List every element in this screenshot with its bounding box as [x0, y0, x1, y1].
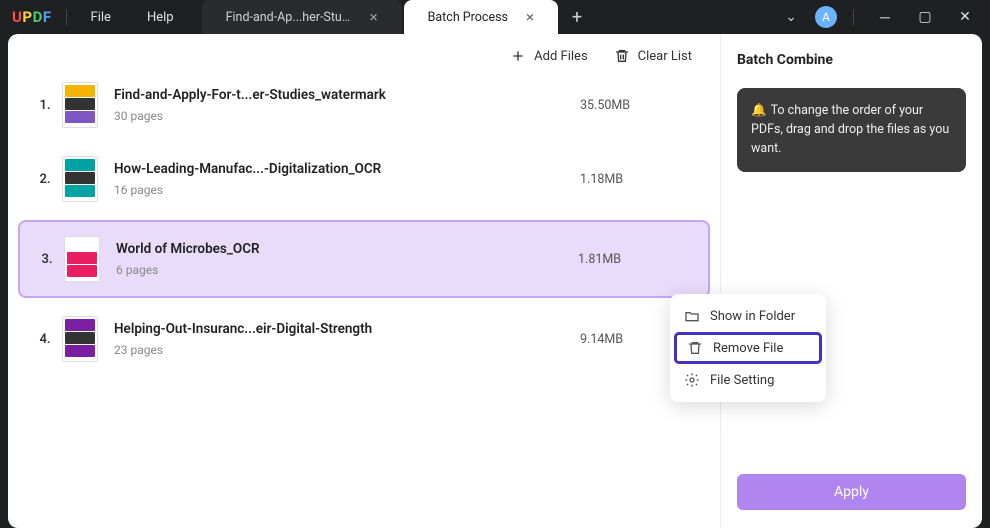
ctx-file-setting[interactable]: File Setting [670, 364, 826, 396]
file-name: Find-and-Apply-For-t...er-Studies_waterm… [114, 87, 580, 103]
file-thumbnail [62, 316, 98, 362]
file-pages: 23 pages [114, 343, 580, 357]
row-number: 4. [28, 332, 62, 347]
divider [853, 9, 854, 25]
notice-text: To change the order of your PDFs, drag a… [751, 103, 949, 156]
ctx-label: Show in Folder [710, 309, 795, 324]
file-pages: 6 pages [116, 263, 578, 277]
apply-button[interactable]: Apply [737, 474, 966, 510]
file-pages: 16 pages [114, 183, 580, 197]
file-thumbnail [64, 236, 100, 282]
actions-bar: Add Files Clear List [8, 34, 720, 68]
file-size: 1.81MB [578, 252, 698, 267]
menu-file[interactable]: File [73, 10, 129, 25]
bell-icon: 🔔 [751, 103, 767, 118]
menu-help[interactable]: Help [129, 10, 192, 25]
file-row[interactable]: 1. Find-and-Apply-For-t...er-Studies_wate… [18, 68, 710, 142]
file-name: How-Leading-Manufac...-Digitalization_OC… [114, 161, 580, 177]
file-list: 1. Find-and-Apply-For-t...er-Studies_wate… [8, 68, 720, 376]
tab-strip: Find-and-Ap...her-Studies × Batch Proces… [202, 0, 778, 34]
close-icon[interactable]: × [370, 8, 378, 26]
add-files-button[interactable]: Add Files [510, 48, 587, 64]
file-name: World of Microbes_OCR [116, 241, 578, 257]
file-row[interactable]: 4. Helping-Out-Insuranc...eir-Digital-Str… [18, 302, 710, 376]
panel-title: Batch Combine [737, 52, 966, 68]
panel-notice: 🔔To change the order of your PDFs, drag … [737, 88, 966, 172]
maximize-button[interactable]: ▢ [910, 2, 940, 32]
file-row[interactable]: 3. World of Microbes_OCR 6 pages1.81MB [18, 220, 710, 298]
row-number: 3. [30, 252, 64, 267]
right-panel: Batch Combine 🔔To change the order of yo… [720, 34, 982, 528]
file-info: Find-and-Apply-For-t...er-Studies_waterm… [114, 87, 580, 123]
file-thumbnail [62, 156, 98, 202]
ctx-label: File Setting [710, 373, 774, 388]
file-size: 35.50MB [580, 98, 700, 113]
context-menu: Show in Folder Remove File File Setting [670, 294, 826, 402]
title-right: ⌄ A ─ ▢ ✕ [777, 2, 990, 32]
file-thumbnail [62, 82, 98, 128]
ctx-show-in-folder[interactable]: Show in Folder [670, 300, 826, 332]
tab-label: Find-and-Ap...her-Studies [226, 10, 352, 25]
file-info: Helping-Out-Insuranc...eir-Digital-Stren… [114, 321, 580, 357]
folder-icon [684, 308, 700, 324]
row-number: 1. [28, 98, 62, 113]
trash-icon [687, 340, 703, 356]
file-row[interactable]: 2. How-Leading-Manufac...-Digitalization_… [18, 142, 710, 216]
avatar[interactable]: A [815, 6, 837, 28]
main-panel: Add Files Clear List 1. Find-and-Apply-Fo… [8, 34, 720, 528]
ctx-label: Remove File [713, 341, 783, 356]
clear-list-label: Clear List [638, 49, 692, 64]
close-icon[interactable]: × [526, 8, 534, 26]
file-info: How-Leading-Manufac...-Digitalization_OC… [114, 161, 580, 197]
tab-label: Batch Process [428, 10, 508, 25]
file-name: Helping-Out-Insuranc...eir-Digital-Stren… [114, 321, 580, 337]
tab-batch-process[interactable]: Batch Process × [404, 0, 558, 34]
close-button[interactable]: ✕ [950, 2, 980, 32]
file-size: 1.18MB [580, 172, 700, 187]
new-tab-button[interactable]: + [560, 0, 594, 34]
app-logo: UPDF [12, 8, 52, 26]
divider [66, 9, 67, 25]
trash-icon [614, 48, 630, 64]
add-files-label: Add Files [534, 49, 587, 64]
clear-list-button[interactable]: Clear List [614, 48, 692, 64]
file-info: World of Microbes_OCR 6 pages [116, 241, 578, 277]
ctx-remove-file[interactable]: Remove File [674, 332, 822, 364]
minimize-button[interactable]: ─ [870, 2, 900, 32]
gear-icon [684, 372, 700, 388]
file-pages: 30 pages [114, 109, 580, 123]
titlebar: UPDF File Help Find-and-Ap...her-Studies… [0, 0, 990, 34]
workspace: Add Files Clear List 1. Find-and-Apply-Fo… [8, 34, 982, 528]
chevron-down-icon[interactable]: ⌄ [777, 5, 805, 29]
tab-document[interactable]: Find-and-Ap...her-Studies × [202, 0, 402, 34]
row-number: 2. [28, 172, 62, 187]
plus-icon [510, 48, 526, 64]
